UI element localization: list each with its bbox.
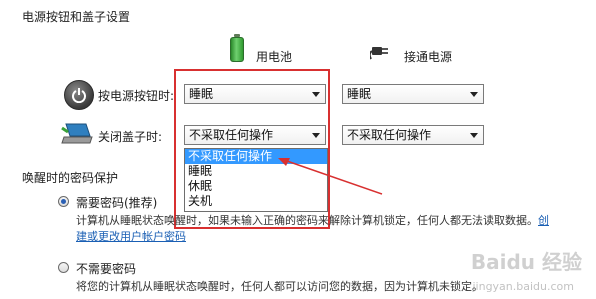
chevron-down-icon	[470, 92, 478, 97]
laptop-lid-icon	[61, 123, 93, 144]
no-password-radio[interactable]	[58, 262, 69, 273]
section-title: 电源按钮和盖子设置	[22, 10, 131, 24]
lid-plugged-value: 不采取任何操作	[347, 128, 432, 142]
battery-icon	[230, 34, 244, 62]
wake-password-title: 唤醒时的密码保护	[22, 171, 119, 185]
no-password-label[interactable]: 不需要密码	[76, 260, 136, 277]
col-header-plugged: 接通电源	[404, 50, 453, 64]
lid-plugged-select[interactable]: 不采取任何操作	[342, 125, 484, 145]
annotation-arrow	[278, 158, 383, 195]
plug-icon	[370, 47, 388, 60]
require-password-label[interactable]: 需要密码(推荐)	[76, 194, 157, 211]
annotation-red-box	[174, 69, 330, 229]
power-button-label: 按电源按钮时:	[98, 89, 175, 103]
lid-close-label: 关闭盖子时:	[98, 130, 163, 144]
power-button-plugged-value: 睡眠	[347, 87, 372, 101]
baidu-watermark: Baidu 经验	[470, 250, 582, 274]
baidu-watermark-url: jingyan.baidu.com	[472, 280, 574, 293]
create-password-link[interactable]: 创	[538, 214, 549, 227]
power-button-plugged-select[interactable]: 睡眠	[342, 84, 484, 104]
chevron-down-icon	[470, 133, 478, 138]
power-button-icon	[64, 80, 94, 110]
create-password-link-cont[interactable]: 建或更改用户帐户密码	[76, 228, 186, 244]
require-password-desc: 计算机从睡眠状态唤醒时，如果未输入正确的密码来解除计算机锁定，任何人都无法读取数…	[76, 214, 549, 227]
col-header-battery: 用电池	[256, 50, 293, 64]
require-password-radio[interactable]	[58, 196, 69, 207]
